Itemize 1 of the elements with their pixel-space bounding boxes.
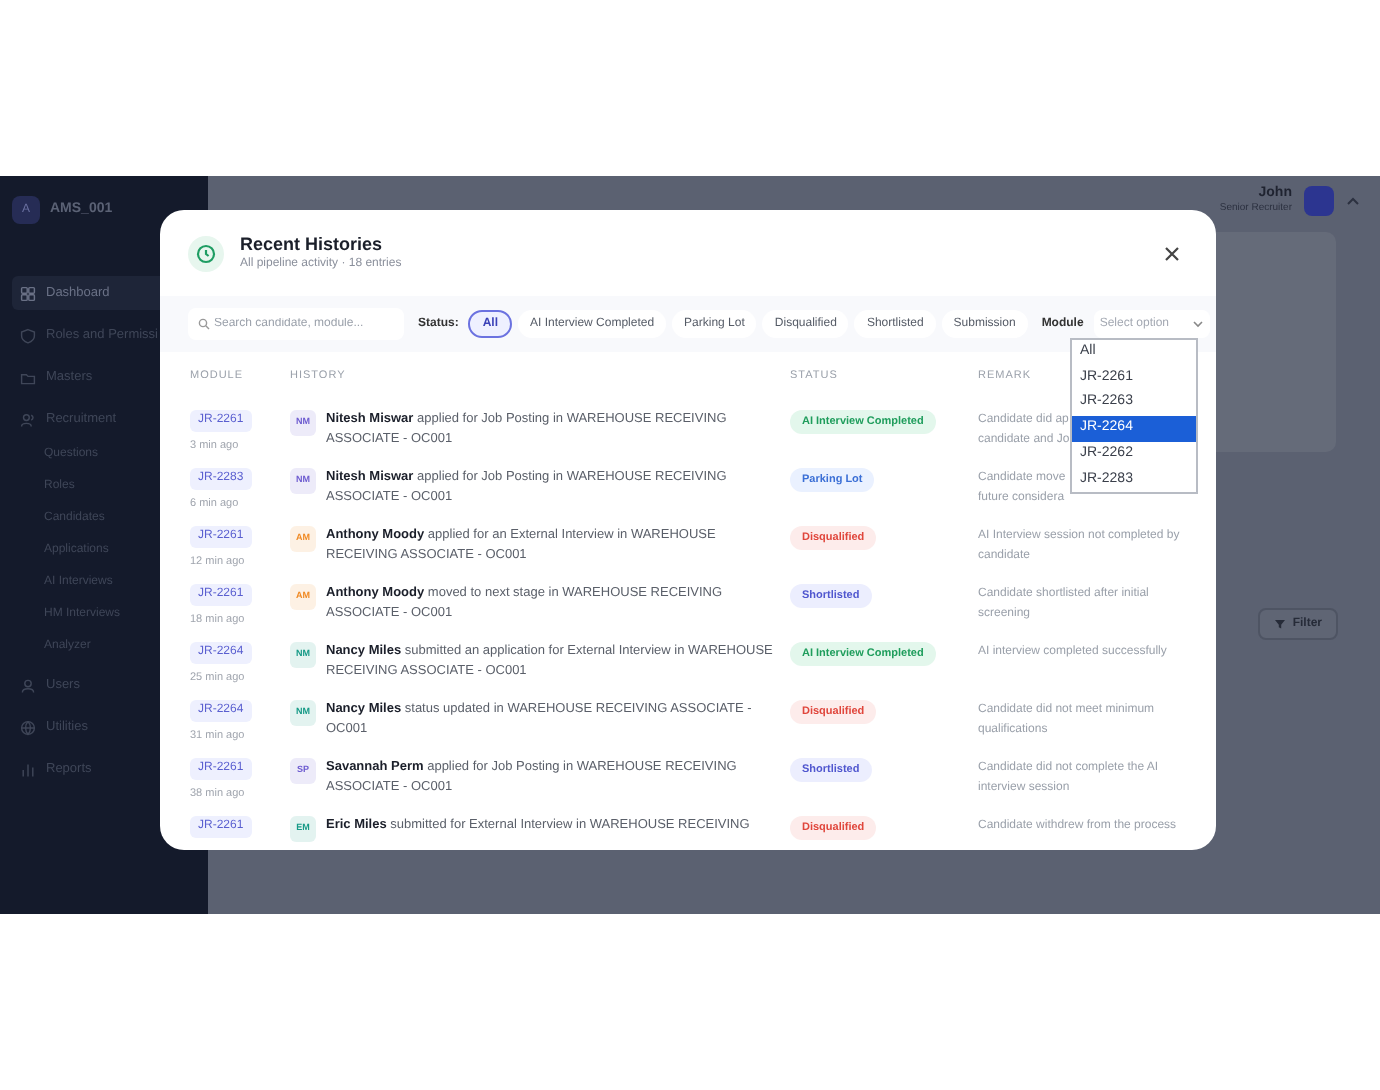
modal-title: Recent Histories (240, 232, 385, 256)
